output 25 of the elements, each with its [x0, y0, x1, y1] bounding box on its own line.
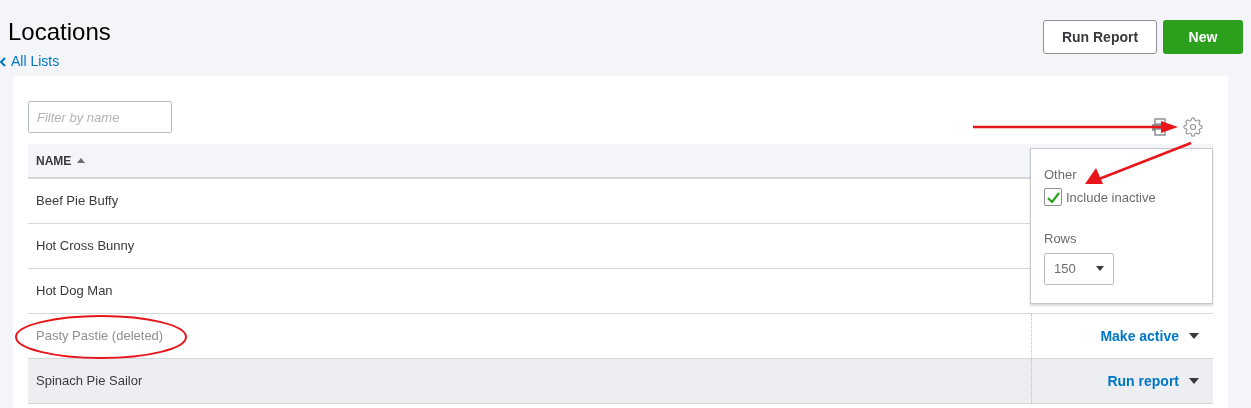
- name-cell-text: Pasty Pastie (deleted): [36, 327, 164, 346]
- back-link[interactable]: All Lists: [0, 51, 111, 72]
- checkbox[interactable]: [1044, 188, 1062, 207]
- name-cell-text: Hot Dog Man: [36, 282, 113, 301]
- name-column-header[interactable]: NAME: [28, 144, 86, 177]
- name-cell-text: Beef Pie Buffy: [36, 192, 119, 211]
- caret-down-icon[interactable]: [1189, 378, 1199, 384]
- run-report-button[interactable]: Run Report: [1043, 20, 1157, 54]
- checkmark-icon: [1046, 191, 1060, 203]
- chevron-left-icon: [0, 56, 6, 67]
- filter-field[interactable]: Filter by name: [28, 101, 172, 133]
- table-row[interactable]: Spinach Pie Sailor Run report: [28, 359, 1213, 404]
- page-title: Locations: [8, 18, 111, 46]
- name-cell-text: Hot Cross Bunny: [36, 237, 135, 256]
- row-action-link[interactable]: Make active: [1100, 325, 1179, 347]
- caret-down-icon: [1096, 266, 1104, 271]
- caret-down-icon[interactable]: [1189, 333, 1199, 339]
- section-label: Other: [1044, 166, 1078, 184]
- row-action-link[interactable]: Run report: [1107, 370, 1179, 392]
- table-row[interactable]: Pasty Pastie (deleted) Make active: [28, 314, 1213, 359]
- new-button[interactable]: New: [1163, 20, 1243, 54]
- rows-select[interactable]: 150: [1044, 252, 1114, 285]
- name-cell-text: Spinach Pie Sailor: [36, 372, 143, 391]
- rows-label: Rows: [1044, 230, 1078, 248]
- settings-icon[interactable]: [1183, 117, 1203, 137]
